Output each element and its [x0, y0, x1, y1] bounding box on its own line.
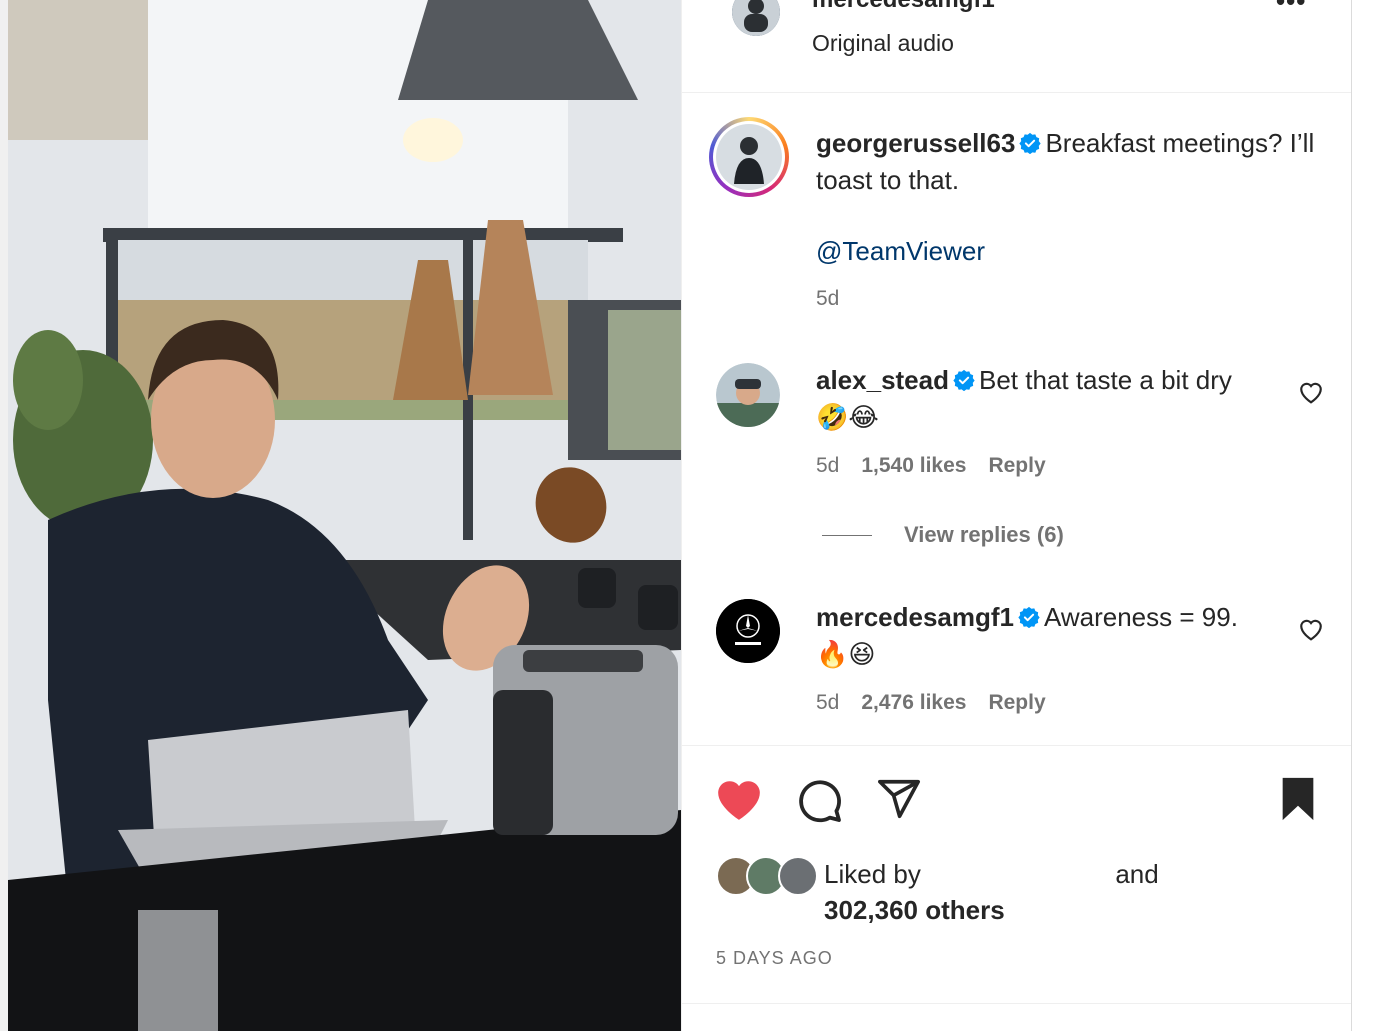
audio-label[interactable]: Original audio [812, 30, 954, 57]
comment-text: alex_stead Bet that taste a bit dry 🤣😂 [816, 362, 1276, 436]
post-actions: Liked by and 302,360 others 5 DAYS AGO [682, 745, 1352, 1032]
view-replies-button[interactable]: View replies (6) [822, 522, 1064, 548]
caption-username[interactable]: georgerussell63 [816, 128, 1015, 158]
verified-icon [953, 370, 975, 392]
liked-by-avatars[interactable] [716, 856, 826, 896]
comment-likes[interactable]: 2,476 likes [861, 691, 966, 714]
liked-by-text[interactable]: Liked by and 302,360 others [824, 856, 1204, 928]
comment-time[interactable]: 5d [816, 454, 839, 477]
post-header: mercedesamgf1 Original audio ••• [682, 0, 1352, 93]
share-icon[interactable] [875, 776, 923, 822]
comment-avatar[interactable] [716, 363, 780, 427]
verified-icon [1018, 607, 1040, 629]
comment-text: mercedesamgf1 Awareness = 99. 🔥😆 [816, 599, 1276, 673]
heart-filled-icon[interactable] [714, 776, 764, 822]
reply-button[interactable]: Reply [988, 454, 1045, 477]
bookmark-filled-icon[interactable] [1278, 776, 1318, 822]
caption-mention-link[interactable]: @TeamViewer [816, 236, 985, 267]
avatar [778, 856, 818, 896]
post-video[interactable] [8, 0, 681, 1031]
caption-timestamp[interactable]: 5d [816, 287, 839, 311]
post-timestamp[interactable]: 5 DAYS AGO [716, 948, 833, 969]
heart-outline-icon[interactable] [1298, 617, 1324, 641]
replies-divider [822, 534, 872, 536]
caption-avatar[interactable] [709, 117, 789, 197]
comment-body: Awareness = 99. [1044, 602, 1238, 632]
liked-count[interactable]: 302,360 others [824, 895, 1005, 925]
redacted-username [928, 865, 1108, 887]
header-username[interactable]: mercedesamgf1 [812, 0, 995, 14]
comment-body: Bet that taste a bit dry [978, 365, 1232, 395]
comment-username[interactable]: mercedesamgf1 [816, 602, 1014, 632]
more-options-icon[interactable]: ••• [1276, 0, 1306, 17]
divider [682, 1003, 1352, 1004]
post-details-panel: mercedesamgf1 Original audio ••• georger… [681, 0, 1352, 1031]
caption-text: georgerussell63 Breakfast meetings? I’ll … [816, 125, 1316, 199]
comment-icon[interactable] [795, 776, 843, 824]
comment-time[interactable]: 5d [816, 691, 839, 714]
comment-username[interactable]: alex_stead [816, 365, 949, 395]
window-edge [0, 0, 8, 1031]
window-edge [1351, 0, 1375, 1031]
comment-avatar[interactable] [716, 599, 780, 663]
liked-by-prefix: Liked by [824, 859, 921, 889]
comment-meta: 5d 1,540 likes Reply [816, 454, 1068, 478]
comment-meta: 5d 2,476 likes Reply [816, 691, 1068, 715]
reply-button[interactable]: Reply [988, 691, 1045, 714]
comment-emoji: 🔥😆 [816, 639, 876, 669]
verified-icon [1019, 133, 1042, 155]
heart-outline-icon[interactable] [1298, 380, 1324, 404]
comment-emoji: 🤣😂 [816, 402, 879, 432]
video-frame-illustration [8, 0, 681, 1031]
liked-and: and [1115, 859, 1159, 889]
view-replies-label: View replies (6) [904, 522, 1064, 547]
comment-likes[interactable]: 1,540 likes [861, 454, 966, 477]
header-avatar[interactable] [732, 0, 780, 36]
